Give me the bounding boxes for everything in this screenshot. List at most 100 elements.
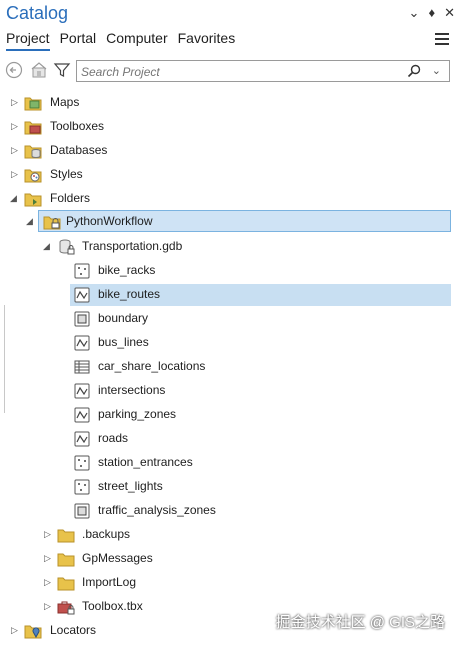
tree-item-label: Folders <box>50 191 91 205</box>
point-feature-icon <box>74 455 90 471</box>
filter-icon <box>53 63 71 77</box>
tree-item-label: intersections <box>98 383 166 397</box>
tree-item-folders[interactable]: ◢ Folders <box>0 188 461 210</box>
tree-item-toolboxes[interactable]: ▷ Toolboxes <box>0 116 461 138</box>
toolbox-icon <box>57 601 75 615</box>
locators-folder-icon <box>24 625 42 639</box>
tree-item-label: GpMessages <box>82 551 153 565</box>
catalog-toolbar: ⌄ <box>0 58 461 86</box>
tree-item-label: Databases <box>50 143 108 157</box>
tree-item-label: station_entrances <box>98 455 193 469</box>
tree-item-label: bike_routes <box>98 287 161 301</box>
expand-arrow-icon[interactable]: ▷ <box>44 601 51 612</box>
tab-portal[interactable]: Portal <box>60 30 97 51</box>
chevron-down-icon[interactable]: ⌄ <box>409 5 420 21</box>
tree-item-label: PythonWorkflow <box>66 214 153 228</box>
watermark: 掘金技术社区 @ GIS之路 <box>275 614 445 631</box>
tree-item-styles[interactable]: ▷ Styles <box>0 164 461 186</box>
tree-item-label: bike_racks <box>98 263 156 277</box>
tree-item-roads[interactable]: roads <box>0 428 461 450</box>
point-feature-icon <box>74 479 90 495</box>
folder-connection-icon <box>43 216 61 230</box>
tree-item-transportation-gdb[interactable]: ◢ Transportation.gdb <box>0 236 461 258</box>
tree-item-bike-routes[interactable]: bike_routes <box>70 284 451 306</box>
tree-item-backups[interactable]: ▷ .backups <box>0 524 461 546</box>
catalog-tabs: Project Portal Computer Favorites <box>6 30 235 51</box>
line-feature-icon <box>74 407 90 423</box>
tab-computer[interactable]: Computer <box>106 30 167 51</box>
back-arrow-icon <box>5 61 23 79</box>
tree-item-python-workflow[interactable]: ◢ PythonWorkflow <box>26 210 451 232</box>
collapse-arrow-icon[interactable]: ◢ <box>43 241 50 252</box>
expand-arrow-icon[interactable]: ▷ <box>11 145 18 156</box>
expand-arrow-icon[interactable]: ▷ <box>44 529 51 540</box>
expand-arrow-icon[interactable]: ▷ <box>11 97 18 108</box>
home-icon <box>31 62 47 78</box>
tree-item-parking-zones[interactable]: parking_zones <box>0 404 461 426</box>
expand-arrow-icon[interactable]: ▷ <box>11 121 18 132</box>
tab-favorites[interactable]: Favorites <box>178 30 236 51</box>
collapse-arrow-icon[interactable]: ◢ <box>26 216 33 227</box>
folder-icon <box>57 529 75 543</box>
polygon-feature-icon <box>74 503 90 519</box>
tree-item-street-lights[interactable]: street_lights <box>0 476 461 498</box>
tree-item-boundary[interactable]: boundary <box>0 308 461 330</box>
tree-item-label: car_share_locations <box>98 359 206 373</box>
tree-item-importlog[interactable]: ▷ ImportLog <box>0 572 461 594</box>
tree-item-label: Maps <box>50 95 80 109</box>
search-options-chevron-icon[interactable]: ⌄ <box>432 64 441 77</box>
tree-item-label: roads <box>98 431 129 445</box>
tab-project[interactable]: Project <box>6 30 50 51</box>
hamburger-menu-icon[interactable] <box>435 33 449 45</box>
tree-item-gpmessages[interactable]: ▷ GpMessages <box>0 548 461 570</box>
line-feature-icon <box>74 383 90 399</box>
collapse-arrow-icon[interactable]: ◢ <box>10 193 17 204</box>
tree-item-intersections[interactable]: intersections <box>0 380 461 402</box>
filter-button[interactable] <box>53 61 73 81</box>
line-feature-icon <box>74 287 90 303</box>
table-icon <box>74 360 90 374</box>
tree-item-label: Locators <box>50 623 97 637</box>
tree-item-label: Toolboxes <box>50 119 105 133</box>
tree-item-label: Styles <box>50 167 83 181</box>
close-icon[interactable]: ✕ <box>444 5 455 21</box>
tree-item-maps[interactable]: ▷ Maps <box>0 92 461 114</box>
styles-folder-icon <box>24 169 42 183</box>
panel-title: Catalog <box>6 3 69 23</box>
home-button[interactable] <box>30 61 50 81</box>
tree-item-car-share-locations[interactable]: car_share_locations <box>0 356 461 378</box>
polygon-feature-icon <box>74 311 90 327</box>
point-feature-icon <box>74 263 90 279</box>
expand-arrow-icon[interactable]: ▷ <box>11 169 18 180</box>
tree-item-label: bus_lines <box>98 335 149 349</box>
folders-folder-icon <box>24 193 42 207</box>
tree-item-label: Transportation.gdb <box>82 239 183 253</box>
tree-item-station-entrances[interactable]: station_entrances <box>0 452 461 474</box>
tree-item-label: street_lights <box>98 479 163 493</box>
tree-item-label: traffic_analysis_zones <box>98 503 216 517</box>
search-box: ⌄ <box>76 60 450 82</box>
tree-item-label: Toolbox.tbx <box>82 599 143 613</box>
pin-icon[interactable]: ♦ <box>428 5 435 21</box>
tree-item-label: ImportLog <box>82 575 137 589</box>
expand-arrow-icon[interactable]: ▷ <box>11 625 18 636</box>
tree-item-label: .backups <box>82 527 131 541</box>
expand-arrow-icon[interactable]: ▷ <box>44 577 51 588</box>
tree-item-traffic-analysis-zones[interactable]: traffic_analysis_zones <box>0 500 461 522</box>
folder-icon <box>57 553 75 567</box>
databases-folder-icon <box>24 145 42 159</box>
search-icon[interactable] <box>407 64 421 83</box>
toolboxes-folder-icon <box>24 121 42 135</box>
tree-item-bus-lines[interactable]: bus_lines <box>0 332 461 354</box>
search-input[interactable] <box>79 62 403 82</box>
back-button[interactable] <box>5 61 25 81</box>
tree-item-label: parking_zones <box>98 407 177 421</box>
tree-item-bike-racks[interactable]: bike_racks <box>0 260 461 282</box>
tree-item-label: boundary <box>98 311 149 325</box>
panel-header: Catalog ⌄ ♦ ✕ <box>0 0 461 28</box>
maps-folder-icon <box>24 97 42 111</box>
tree-item-databases[interactable]: ▷ Databases <box>0 140 461 162</box>
expand-arrow-icon[interactable]: ▷ <box>44 553 51 564</box>
line-feature-icon <box>74 431 90 447</box>
folder-icon <box>57 577 75 591</box>
